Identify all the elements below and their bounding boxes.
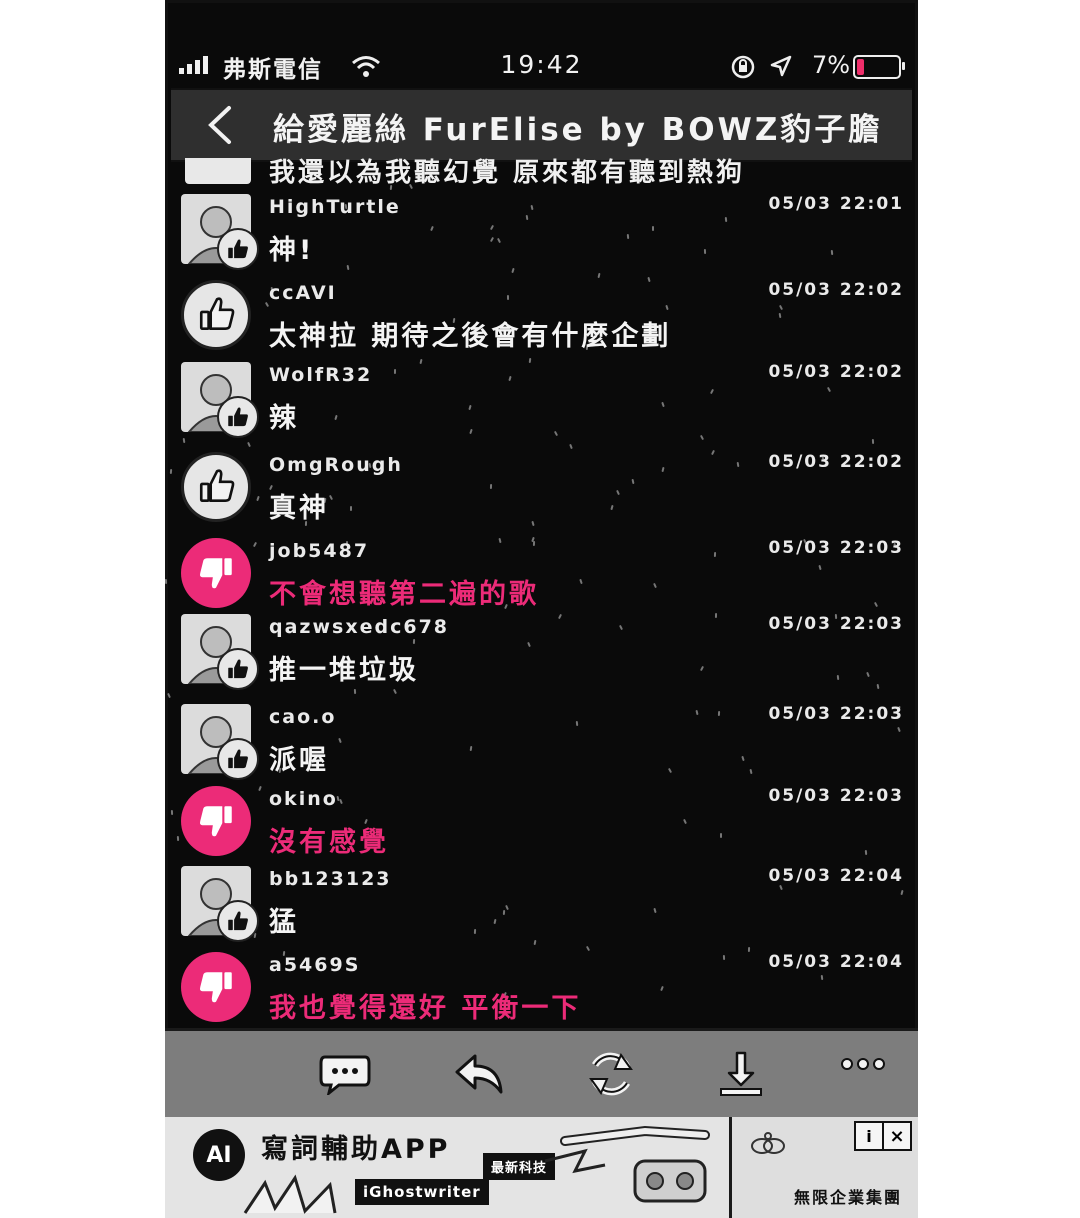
avatar[interactable] xyxy=(181,538,251,608)
avatar xyxy=(185,158,251,184)
ad-sponsor-panel: i × 無限企業集團 xyxy=(732,1117,918,1218)
comment-username[interactable]: qazwsxedc678 xyxy=(269,616,449,638)
download-icon[interactable] xyxy=(713,1049,769,1099)
thumbs-down-icon xyxy=(181,952,251,1022)
ad-title: 寫詞輔助APP xyxy=(261,1134,451,1165)
comment-icon[interactable] xyxy=(317,1049,373,1099)
battery-icon xyxy=(853,55,905,79)
comment-item[interactable]: okino 05/03 22:03 沒有感覺 xyxy=(165,782,918,862)
comment-timestamp: 05/03 22:03 xyxy=(768,704,904,724)
comment-username[interactable]: bb123123 xyxy=(269,868,392,890)
ad-brand: iGhostwriter xyxy=(355,1179,489,1205)
avatar[interactable] xyxy=(181,280,251,350)
speckle xyxy=(182,438,186,444)
comment-message: 神! xyxy=(269,235,315,266)
avatar[interactable] xyxy=(181,452,251,522)
comment-message: 我也覺得還好 平衡一下 xyxy=(269,993,582,1024)
comment-item[interactable]: HighTurtle 05/03 22:01 神! xyxy=(165,190,918,270)
avatar[interactable] xyxy=(181,194,259,270)
thumbs-down-icon xyxy=(181,786,251,856)
comment-timestamp: 05/03 22:03 xyxy=(768,614,904,634)
comment-item[interactable]: a5469S 05/03 22:04 我也覺得還好 平衡一下 xyxy=(165,948,918,1028)
speckle xyxy=(166,692,171,699)
ad-close-button[interactable]: × xyxy=(882,1121,912,1151)
speckle xyxy=(871,439,874,445)
rotation-lock-icon xyxy=(731,55,755,79)
comment-timestamp: 05/03 22:04 xyxy=(768,866,904,886)
comment-username[interactable]: OmgRough xyxy=(269,454,403,476)
comment-timestamp: 05/03 22:02 xyxy=(768,452,904,472)
comment-timestamp: 05/03 22:03 xyxy=(768,786,904,806)
more-icon[interactable] xyxy=(835,1039,891,1089)
comment-message: 辣 xyxy=(269,403,299,434)
comment-message: 推一堆垃圾 xyxy=(269,655,419,686)
comment-item[interactable]: bb123123 05/03 22:04 猛 xyxy=(165,862,918,942)
comment-username[interactable]: okino xyxy=(269,788,338,810)
comment-message: 我還以為我聽幻覺 原來都有聽到熱狗 xyxy=(269,158,746,186)
comment-message: 不會想聽第二遍的歌 xyxy=(269,579,539,610)
comment-item[interactable]: OmgRough 05/03 22:02 真神 xyxy=(165,448,918,528)
partial-comment: 我還以為我聽幻覺 原來都有聽到熱狗 xyxy=(165,158,918,186)
bottom-toolbar xyxy=(165,1028,918,1120)
avatar[interactable] xyxy=(181,786,251,856)
avatar[interactable] xyxy=(181,614,259,690)
comment-username[interactable]: cao.o xyxy=(269,706,336,728)
avatar[interactable] xyxy=(181,362,259,438)
comment-item[interactable]: cao.o 05/03 22:03 派喔 xyxy=(165,700,918,780)
clock: 19:42 xyxy=(500,50,583,79)
sponsor-logo-icon xyxy=(751,1132,785,1154)
avatar[interactable] xyxy=(181,866,259,942)
comment-message: 真神 xyxy=(269,493,329,524)
thumbs-up-icon xyxy=(217,396,259,438)
phone-screen: 弗斯電信 19:42 7% 給愛麗絲 FurElise by BOWZ豹子膽 我… xyxy=(165,0,918,1218)
thumbs-up-icon xyxy=(217,900,259,942)
comment-timestamp: 05/03 22:03 xyxy=(768,538,904,558)
comment-username[interactable]: job5487 xyxy=(269,540,369,562)
comment-item[interactable]: job5487 05/03 22:03 不會想聽第二遍的歌 xyxy=(165,534,918,614)
comment-message: 太神拉 期待之後會有什麼企劃 xyxy=(269,321,672,352)
battery-level-fill xyxy=(857,59,864,75)
reply-icon[interactable] xyxy=(451,1049,507,1099)
comment-item[interactable]: ccAVI 05/03 22:02 太神拉 期待之後會有什麼企劃 xyxy=(165,276,918,356)
comment-item[interactable]: WolfR32 05/03 22:02 辣 xyxy=(165,358,918,438)
avatar[interactable] xyxy=(181,704,259,780)
comment-timestamp: 05/03 22:02 xyxy=(768,362,904,382)
ad-creative[interactable]: AI 寫詞輔助APP 最新科技 iGhostwriter xyxy=(165,1117,732,1218)
page-title: 給愛麗絲 FurElise by BOWZ豹子膽 xyxy=(273,112,883,148)
comment-username[interactable]: a5469S xyxy=(269,954,360,976)
robot-hand-illustration xyxy=(544,1125,710,1203)
status-bar: 弗斯電信 19:42 7% xyxy=(165,40,918,90)
thumbs-down-icon xyxy=(181,538,251,608)
comment-timestamp: 05/03 22:04 xyxy=(768,952,904,972)
comment-username[interactable]: HighTurtle xyxy=(269,196,401,218)
comment-message: 派喔 xyxy=(269,745,329,776)
comment-timestamp: 05/03 22:01 xyxy=(768,194,904,214)
refresh-icon[interactable] xyxy=(583,1049,639,1099)
ad-info-button[interactable]: i xyxy=(854,1121,884,1151)
thumbs-up-icon xyxy=(217,648,259,690)
ad-banner[interactable]: AI 寫詞輔助APP 最新科技 iGhostwriter i × 無限企業集團 xyxy=(165,1117,918,1218)
ad-sponsor-name: 無限企業集團 xyxy=(793,1188,902,1207)
comment-message: 猛 xyxy=(269,907,299,938)
avatar[interactable] xyxy=(181,952,251,1022)
thumbs-up-icon xyxy=(181,452,251,522)
thumbs-up-icon xyxy=(217,228,259,270)
battery-percent: 7% xyxy=(812,51,851,79)
nav-bar: 給愛麗絲 FurElise by BOWZ豹子膽 xyxy=(171,88,912,162)
comment-username[interactable]: WolfR32 xyxy=(269,364,372,386)
speckle xyxy=(247,441,252,448)
burst-illustration xyxy=(243,1174,337,1214)
comment-message: 沒有感覺 xyxy=(269,827,389,858)
comment-timestamp: 05/03 22:02 xyxy=(768,280,904,300)
thumbs-up-icon xyxy=(181,280,251,350)
comment-username[interactable]: ccAVI xyxy=(269,282,337,304)
thumbs-up-icon xyxy=(217,738,259,780)
comment-item[interactable]: qazwsxedc678 05/03 22:03 推一堆垃圾 xyxy=(165,610,918,690)
location-arrow-icon xyxy=(770,55,792,77)
chevron-left-icon[interactable] xyxy=(201,104,241,146)
